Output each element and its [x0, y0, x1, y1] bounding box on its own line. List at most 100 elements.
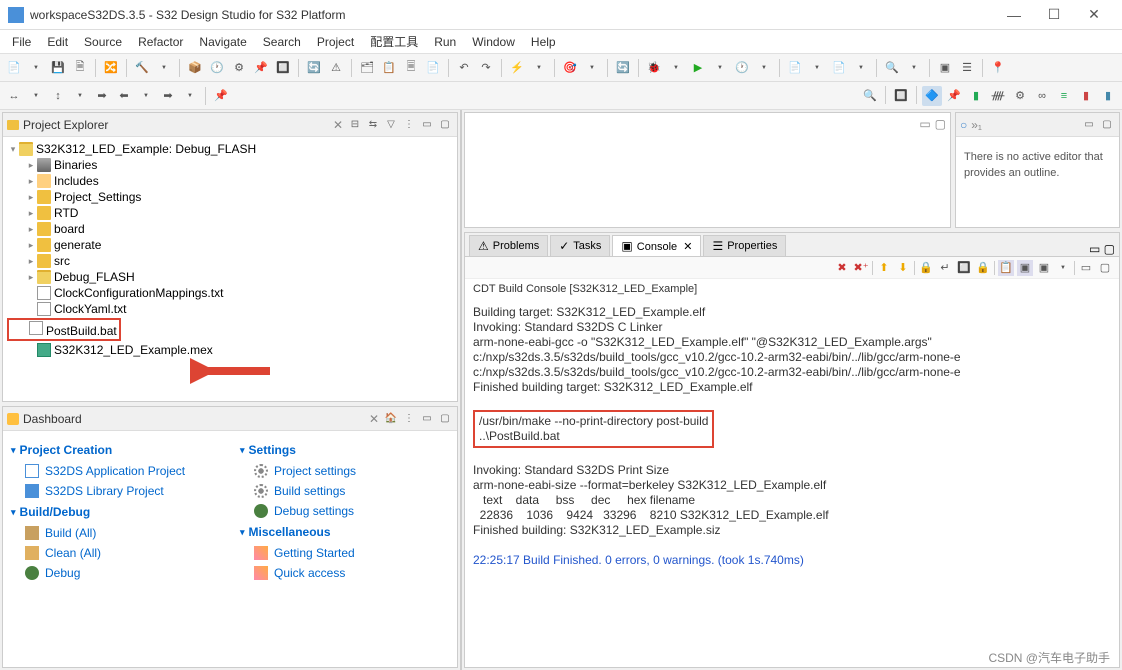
- perspective-chip-icon[interactable]: ▮: [966, 86, 986, 106]
- dropdown-icon[interactable]: [529, 58, 549, 78]
- perspective-dcd-icon[interactable]: ∞: [1032, 86, 1052, 106]
- perspective-pins-icon[interactable]: 📌: [944, 86, 964, 106]
- open-console-icon[interactable]: ▣: [1036, 260, 1052, 276]
- profile-icon[interactable]: 🕐: [732, 58, 752, 78]
- prev-icon[interactable]: ⬆: [876, 260, 892, 276]
- menu-help[interactable]: Help: [523, 33, 564, 51]
- dropdown-icon[interactable]: [26, 58, 46, 78]
- minimize-icon[interactable]: ▭: [1089, 242, 1100, 256]
- details-icon[interactable]: 📄: [423, 58, 443, 78]
- new-class-icon[interactable]: 📄: [829, 58, 849, 78]
- pin-console-icon[interactable]: 📋: [998, 260, 1014, 276]
- maximize-button[interactable]: ☐: [1034, 0, 1074, 30]
- tree-item-includes[interactable]: ▸Includes: [7, 173, 453, 189]
- dropdown-icon[interactable]: [154, 58, 174, 78]
- dash-link-debug-settings[interactable]: Debug settings: [240, 501, 449, 521]
- menu-navigate[interactable]: Navigate: [191, 33, 254, 51]
- project-root[interactable]: ▾S32K312_LED_Example: Debug_FLASH: [7, 141, 453, 157]
- menu-edit[interactable]: Edit: [39, 33, 76, 51]
- pin-editor-icon[interactable]: 📌: [211, 86, 231, 106]
- minimize-icon[interactable]: ▭: [919, 117, 930, 131]
- outline-next-icon[interactable]: »₁: [971, 118, 982, 132]
- dash-link-quick-access[interactable]: Quick access: [240, 563, 449, 583]
- perspective-periph-icon[interactable]: ⚙: [1010, 86, 1030, 106]
- tree-item-clockyaml-txt[interactable]: ClockYaml.txt: [7, 301, 453, 317]
- dropdown-icon[interactable]: [1055, 260, 1071, 276]
- tree-item-rtd[interactable]: ▸RTD: [7, 205, 453, 221]
- tab-properties[interactable]: ☰Properties: [703, 235, 786, 256]
- maximize-icon[interactable]: ▢: [437, 117, 453, 133]
- flash-icon[interactable]: ⚡: [507, 58, 527, 78]
- dash-link-debug[interactable]: Debug: [11, 563, 220, 583]
- dropdown-icon[interactable]: [582, 58, 602, 78]
- tree-item-project-settings[interactable]: ▸Project_Settings: [7, 189, 453, 205]
- periph-icon[interactable]: ⚙: [229, 58, 249, 78]
- problems-icon[interactable]: ⚠: [326, 58, 346, 78]
- tree-item-src[interactable]: ▸src: [7, 253, 453, 269]
- next-icon[interactable]: ➡: [92, 86, 112, 106]
- perspective-cpp-icon[interactable]: 🔷: [922, 86, 942, 106]
- minimize-icon[interactable]: ▭: [1078, 260, 1094, 276]
- code-preview-icon[interactable]: 🗏: [401, 58, 421, 78]
- outline-icon[interactable]: ○: [960, 118, 967, 132]
- dropdown-icon[interactable]: [710, 58, 730, 78]
- perspective-qspi-icon[interactable]: ▮: [1076, 86, 1096, 106]
- dropdown-icon[interactable]: [666, 58, 686, 78]
- tree-item-s32k312-led-example-mex[interactable]: S32K312_LED_Example.mex: [7, 342, 453, 358]
- package-icon[interactable]: 📦: [185, 58, 205, 78]
- remove-all-icon[interactable]: ✖⁺: [853, 260, 869, 276]
- menu-window[interactable]: Window: [464, 33, 523, 51]
- dash-link-s--ds-library-project[interactable]: S32DS Library Project: [11, 481, 220, 501]
- menu-search[interactable]: Search: [255, 33, 309, 51]
- properties-icon[interactable]: ☰: [957, 58, 977, 78]
- dropdown-icon[interactable]: [807, 58, 827, 78]
- dropdown-icon[interactable]: [904, 58, 924, 78]
- back-icon[interactable]: ⬅: [114, 86, 134, 106]
- minimize-icon[interactable]: ▭: [419, 117, 435, 133]
- console-icon[interactable]: ▣: [935, 58, 955, 78]
- dropdown-icon[interactable]: [136, 86, 156, 106]
- dropdown-icon[interactable]: [70, 86, 90, 106]
- dash-link-getting-started[interactable]: Getting Started: [240, 543, 449, 563]
- maximize-icon[interactable]: ▢: [1099, 117, 1115, 133]
- target-icon[interactable]: 🎯: [560, 58, 580, 78]
- dropdown-icon[interactable]: [26, 86, 46, 106]
- save-all-icon[interactable]: 🗎: [70, 58, 90, 78]
- tab-problems[interactable]: ⚠Problems: [469, 235, 548, 256]
- refresh-icon[interactable]: 🔄: [613, 58, 633, 78]
- switch-icon[interactable]: 🔀: [101, 58, 121, 78]
- minimize-icon[interactable]: ▭: [419, 411, 435, 427]
- run-icon[interactable]: ▶: [688, 58, 708, 78]
- perspective-open-icon[interactable]: 🔲: [891, 86, 911, 106]
- tree-item-board[interactable]: ▸board: [7, 221, 453, 237]
- debug-icon[interactable]: 🐞: [644, 58, 664, 78]
- dash-group-project-creation[interactable]: ▾Project Creation: [11, 439, 220, 461]
- tab-console[interactable]: ▣Console ✕: [612, 235, 701, 256]
- perspective-ivt-icon[interactable]: ≡: [1054, 86, 1074, 106]
- collapse-icon[interactable]: ↕: [48, 86, 68, 106]
- scroll-lock-icon[interactable]: 🔒: [918, 260, 934, 276]
- clock-icon[interactable]: 🕐: [207, 58, 227, 78]
- view-menu-icon[interactable]: ⋮: [401, 411, 417, 427]
- home-icon[interactable]: 🏠: [383, 411, 399, 427]
- undo-icon[interactable]: ↶: [454, 58, 474, 78]
- display-console-icon[interactable]: ▣: [1017, 260, 1033, 276]
- tab-tasks[interactable]: ✓Tasks: [550, 235, 610, 256]
- dash-link-build-settings[interactable]: Build settings: [240, 481, 449, 501]
- expand-icon[interactable]: ↔: [4, 86, 24, 106]
- perspective-debug-icon[interactable]: ▮: [1098, 86, 1118, 106]
- redo-icon[interactable]: ↷: [476, 58, 496, 78]
- dash-link-build---all-[interactable]: Build (All): [11, 523, 220, 543]
- maximize-icon[interactable]: ▢: [1104, 242, 1115, 256]
- search-icon[interactable]: 🔍: [882, 58, 902, 78]
- dropdown-icon[interactable]: [851, 58, 871, 78]
- forward-icon[interactable]: ➡: [158, 86, 178, 106]
- menu-file[interactable]: File: [4, 33, 39, 51]
- show-console-icon[interactable]: 🔒: [975, 260, 991, 276]
- menu-配置工具[interactable]: 配置工具: [362, 31, 426, 52]
- minimize-button[interactable]: —: [994, 0, 1034, 30]
- registers-icon[interactable]: 🗂: [357, 58, 377, 78]
- tree-item-clockconfigurationmappings-txt[interactable]: ClockConfigurationMappings.txt: [7, 285, 453, 301]
- dash-group-build-debug[interactable]: ▾Build/Debug: [11, 501, 220, 523]
- update-icon[interactable]: 🔄: [304, 58, 324, 78]
